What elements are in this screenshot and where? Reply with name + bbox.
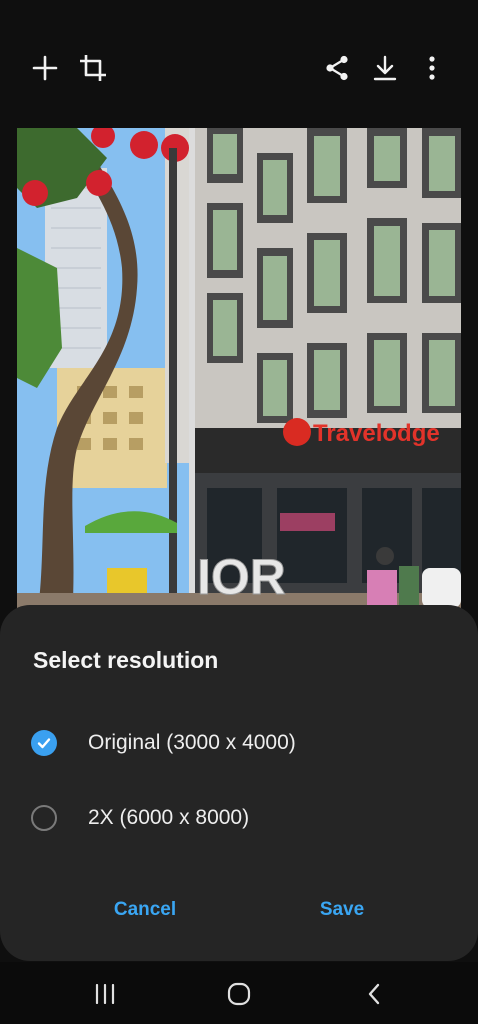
back-icon xyxy=(368,983,380,1005)
top-toolbar xyxy=(0,40,478,96)
checkmark-icon xyxy=(37,738,51,749)
system-navigation-bar xyxy=(0,962,478,1024)
travelodge-logo xyxy=(283,418,311,446)
resolution-option-label: Original (3000 x 4000) xyxy=(88,731,296,754)
dialog-title: Select resolution xyxy=(33,647,219,673)
home-icon xyxy=(227,982,251,1006)
download-icon xyxy=(373,55,397,81)
photo-preview: Travelodge IOR xyxy=(17,128,461,618)
resolution-option-original[interactable]: Original (3000 x 4000) xyxy=(18,715,458,771)
download-button[interactable] xyxy=(363,46,407,90)
home-button[interactable] xyxy=(215,974,263,1014)
resolution-option-2x[interactable]: 2X (6000 x 8000) xyxy=(18,790,458,846)
crop-icon xyxy=(80,55,106,81)
recent-apps-button[interactable] xyxy=(81,974,129,1014)
more-options-icon xyxy=(429,56,435,80)
photo-image: Travelodge IOR xyxy=(17,128,461,618)
select-resolution-dialog: Select resolution Original (3000 x 4000)… xyxy=(0,605,478,961)
recent-apps-icon xyxy=(95,984,115,1004)
back-button[interactable] xyxy=(350,974,398,1014)
share-icon xyxy=(326,55,348,81)
resolution-option-label: 2X (6000 x 8000) xyxy=(88,806,250,829)
crop-button[interactable] xyxy=(71,46,115,90)
radio-checked-icon xyxy=(31,730,57,756)
share-button[interactable] xyxy=(315,46,359,90)
add-button[interactable] xyxy=(23,46,67,90)
dialog-actions: Cancel Save xyxy=(0,885,478,935)
more-options-button[interactable] xyxy=(410,46,454,90)
cancel-button[interactable]: Cancel xyxy=(95,885,195,935)
radio-unchecked-icon xyxy=(31,805,57,831)
save-button[interactable]: Save xyxy=(292,885,392,935)
image-viewer-screen: Travelodge IOR Select resolution Origina… xyxy=(0,0,478,1024)
photo-letters: IOR xyxy=(197,549,286,605)
travelodge-sign: Travelodge xyxy=(313,420,440,447)
add-icon xyxy=(32,55,58,81)
